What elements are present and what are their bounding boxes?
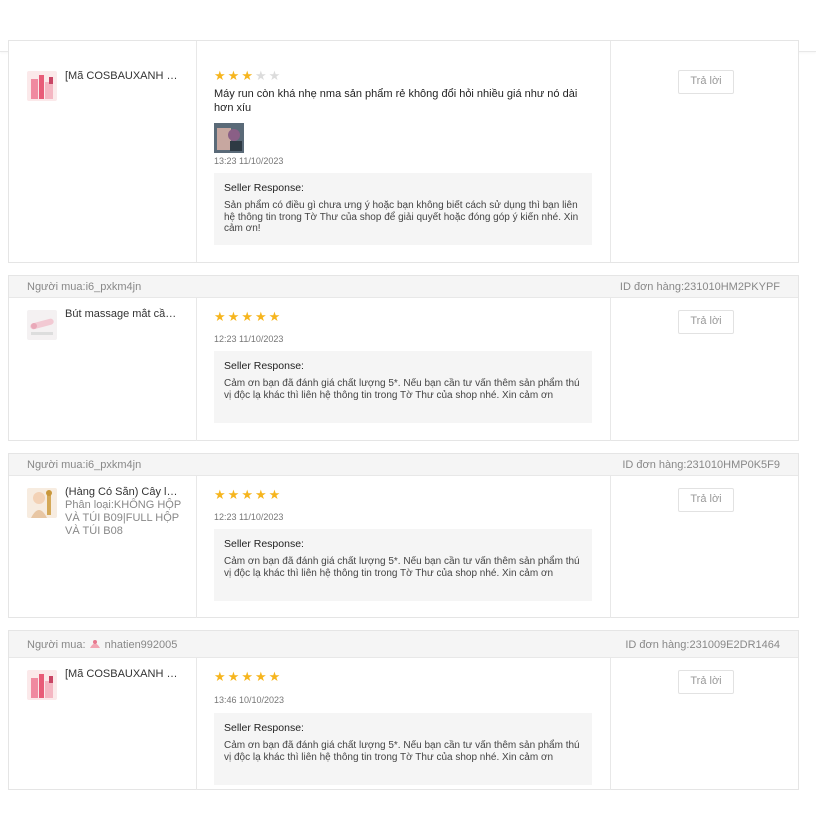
product-name[interactable]: (Hàng Có Sẵn) Cây lăn mặt Phân loại:KHÔN… <box>65 486 183 538</box>
order-label: ID đơn hàng: <box>619 281 684 293</box>
response-text: Cảm ơn bạn đã đánh giá chất lượng 5*. Nế… <box>224 740 580 763</box>
review-text: Máy run còn khá nhẹ nma sản phẩm rẻ khôn… <box>214 88 578 114</box>
star-filled-icon: ★ <box>254 309 269 324</box>
order-id[interactable]: 231010HM2PKYPF <box>684 281 780 293</box>
card-header: Người mua:i6_pxkm4jn ID đơn hàng:231010H… <box>9 454 798 476</box>
product-title: [Mã COSBAUXANH giảm 23k đơn 239k] <box>65 668 183 680</box>
order-id[interactable]: 231009E2DR1464 <box>689 639 780 651</box>
action-column: Trả lời <box>611 41 798 262</box>
review-time: 12:23 11/10/2023 <box>214 512 284 522</box>
reply-button[interactable]: Trả lời <box>678 670 734 694</box>
rating-stars: ★★★★★ <box>214 488 282 501</box>
review-photo[interactable] <box>214 123 244 153</box>
buyer-avatar-icon <box>89 639 101 649</box>
seller-response: Seller Response: Cảm ơn bạn đã đánh giá … <box>214 529 592 601</box>
action-column: Trả lời <box>611 298 798 441</box>
star-empty-icon: ★ <box>254 68 269 83</box>
cosmetics-set-image[interactable] <box>27 71 57 101</box>
star-filled-icon: ★ <box>268 669 283 684</box>
review-time: 13:46 10/10/2023 <box>214 695 285 705</box>
star-filled-icon: ★ <box>241 487 255 502</box>
star-filled-icon: ★ <box>241 68 255 83</box>
star-filled-icon: ★ <box>214 487 228 502</box>
star-filled-icon: ★ <box>227 309 242 324</box>
review-column: ★★★★★ 12:23 11/10/2023 Seller Response: … <box>197 298 611 441</box>
buyer-info: Người mua:i6_pxkm4jn <box>27 281 141 293</box>
card-header: Người mua: nhatien992005 ID đơn hàng:2310… <box>9 631 798 658</box>
seller-response: Seller Response: Cảm ơn bạn đã đánh giá … <box>214 351 592 423</box>
review-card: Người mua:i6_pxkm4jn ID đơn hàng:231010H… <box>8 453 799 618</box>
response-text: Cảm ơn bạn đã đánh giá chất lượng 5*. Nế… <box>224 378 580 401</box>
buyer-label: Người mua: <box>27 281 86 293</box>
action-column: Trả lời <box>611 658 798 790</box>
cosmetics-set-image[interactable] <box>27 670 57 700</box>
product-column: Bút massage mắt cầm tay <box>9 298 197 441</box>
eye-massage-pen-image[interactable] <box>27 310 57 340</box>
star-filled-icon: ★ <box>214 309 228 324</box>
product-name[interactable]: [Mã COSBAUXANH giảm 23k đơn 239k] <box>65 70 183 83</box>
star-filled-icon: ★ <box>214 68 228 83</box>
response-text: Sản phẩm có điều gì chưa ưng ý hoặc bạn … <box>224 200 579 234</box>
review-column: ★★★★★ 12:23 11/10/2023 Seller Response: … <box>197 476 611 618</box>
order-info: ID đơn hàng:231010HM2PKYPF <box>620 281 780 293</box>
seller-response: Seller Response: Cảm ơn bạn đã đánh giá … <box>214 713 592 785</box>
star-filled-icon: ★ <box>254 669 269 684</box>
star-filled-icon: ★ <box>241 309 255 324</box>
reply-button[interactable]: Trả lời <box>678 310 734 334</box>
card-header: Người mua:i6_pxkm4jn ID đơn hàng:231010H… <box>9 276 798 298</box>
product-title: Bút massage mắt cầm tay <box>65 308 183 320</box>
response-text: Cảm ơn bạn đã đánh giá chất lượng 5*. Nế… <box>224 556 580 579</box>
star-filled-icon: ★ <box>241 669 255 684</box>
product-title: (Hàng Có Sẵn) Cây lăn mặt <box>65 486 183 498</box>
star-filled-icon: ★ <box>227 669 242 684</box>
star-filled-icon: ★ <box>254 487 269 502</box>
review-time: 12:23 11/10/2023 <box>214 334 284 344</box>
star-filled-icon: ★ <box>227 68 242 83</box>
buyer-name[interactable]: nhatien992005 <box>105 639 178 651</box>
rating-stars: ★★★★★ <box>214 310 282 323</box>
product-column: (Hàng Có Sẵn) Cây lăn mặt Phân loại:KHÔN… <box>9 476 197 618</box>
order-info: ID đơn hàng:231010HMP0K5F9 <box>622 459 780 471</box>
rating-stars: ★★★★★ <box>214 670 282 683</box>
buyer-name[interactable]: i6_pxkm4jn <box>86 459 142 471</box>
response-title: Seller Response: <box>224 722 304 734</box>
order-id[interactable]: 231010HMP0K5F9 <box>686 459 780 471</box>
buyer-name[interactable]: i6_pxkm4jn <box>86 281 142 293</box>
star-filled-icon: ★ <box>268 309 283 324</box>
order-label: ID đơn hàng: <box>625 639 690 651</box>
response-title: Seller Response: <box>224 182 304 194</box>
reply-button[interactable]: Trả lời <box>678 488 734 512</box>
star-filled-icon: ★ <box>227 487 242 502</box>
face-roller-image[interactable] <box>27 488 57 518</box>
reply-button[interactable]: Trả lời <box>678 70 734 94</box>
response-title: Seller Response: <box>224 538 304 550</box>
order-info: ID đơn hàng:231009E2DR1464 <box>625 639 780 651</box>
response-title: Seller Response: <box>224 360 304 372</box>
star-filled-icon: ★ <box>214 669 228 684</box>
review-card: [Mã COSBAUXANH giảm 23k đơn 239k] ★★★★★ … <box>8 40 799 263</box>
review-time: 13:23 11/10/2023 <box>214 156 284 166</box>
review-column: ★★★★★ 13:46 10/10/2023 Seller Response: … <box>197 658 611 790</box>
review-card: Người mua: nhatien992005 ID đơn hàng:2310… <box>8 630 799 790</box>
buyer-label: Người mua: <box>27 459 86 471</box>
star-empty-icon: ★ <box>268 68 283 83</box>
product-name[interactable]: Bút massage mắt cầm tay <box>65 308 183 321</box>
action-column: Trả lời <box>611 476 798 618</box>
buyer-info: Người mua:i6_pxkm4jn <box>27 459 141 471</box>
rating-stars: ★★★★★ <box>214 69 282 82</box>
product-variation: Phân loại:KHÔNG HỘP VÀ TÚI B09|FULL HỘP … <box>65 499 181 537</box>
review-column: ★★★★★ Máy run còn khá nhẹ nma sản phẩm r… <box>197 41 611 262</box>
order-label: ID đơn hàng: <box>622 459 687 471</box>
product-name[interactable]: [Mã COSBAUXANH giảm 23k đơn 239k] <box>65 668 183 681</box>
buyer-label: Người mua: <box>27 639 86 651</box>
star-filled-icon: ★ <box>268 487 283 502</box>
product-column: [Mã COSBAUXANH giảm 23k đơn 239k] <box>9 41 197 262</box>
buyer-info: Người mua: nhatien992005 <box>27 639 177 651</box>
product-title: [Mã COSBAUXANH giảm 23k đơn 239k] <box>65 70 183 82</box>
review-card: Người mua:i6_pxkm4jn ID đơn hàng:231010H… <box>8 275 799 441</box>
product-column: [Mã COSBAUXANH giảm 23k đơn 239k] <box>9 658 197 790</box>
seller-response: Seller Response: Sản phẩm có điều gì chư… <box>214 173 592 245</box>
